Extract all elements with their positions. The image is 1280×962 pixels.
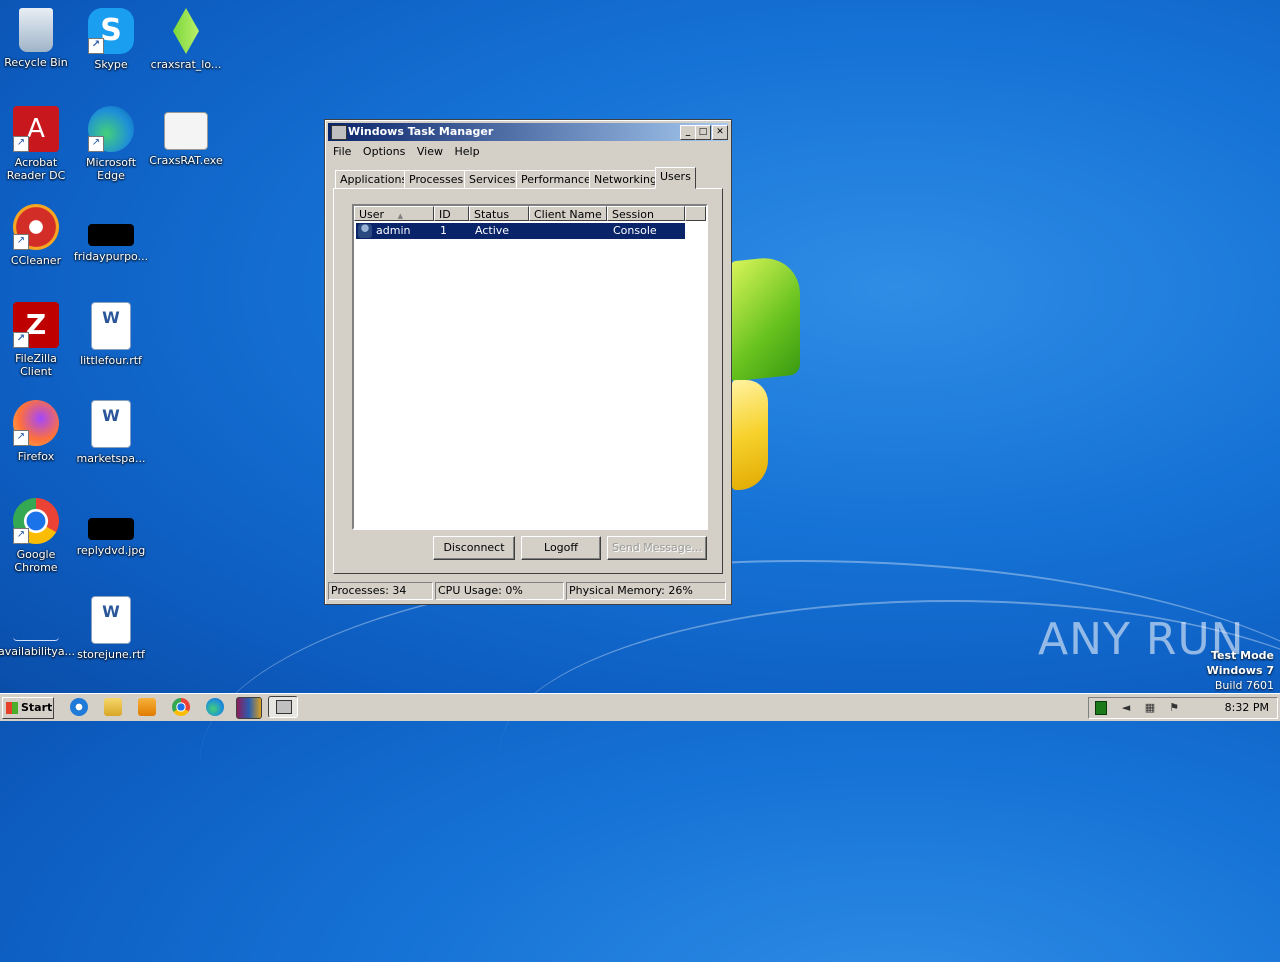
close-button[interactable]: ✕ [712,125,728,140]
minimize-button[interactable]: _ [680,125,696,140]
cell-status: Active [475,224,510,237]
task-manager-taskbar-button[interactable] [268,696,298,718]
desktop-icon-ccleaner[interactable]: ↗ CCleaner [0,204,74,267]
green-gem-icon [173,8,199,54]
word-doc-icon: W [91,596,131,644]
column-filler [685,206,706,221]
desktop-icon-edge[interactable]: ↗ Microsoft Edge [73,106,149,182]
desktop-icon-replydvd[interactable]: replydvd.jpg [73,498,149,557]
desktop-icon-chrome[interactable]: ↗ Google Chrome [0,498,74,574]
explorer-icon[interactable] [104,698,122,716]
menu-file[interactable]: File [329,144,355,160]
tab-performance[interactable]: Performance [516,170,596,189]
start-button[interactable]: Start [2,697,54,719]
desktop-icon-craxsrat-loader[interactable]: craxsrat_lo... [148,8,224,71]
desktop-icon-acrobat[interactable]: A ↗ Acrobat Reader DC [0,106,74,182]
windows-logo-green [730,254,800,382]
cell-session: Console [613,224,657,237]
menu-help[interactable]: Help [450,144,483,160]
clock[interactable]: 8:32 PM [1225,698,1269,718]
sort-ascending-icon: ▲ [397,212,403,220]
tab-services[interactable]: Services [464,170,521,189]
firefox-icon: ↗ [13,400,59,446]
menu-options[interactable]: Options [359,144,409,160]
maximize-button[interactable]: □ [695,125,711,140]
send-message-button[interactable]: Send Message... [607,536,707,560]
black-image-icon [88,518,134,540]
desktop-icon-firefox[interactable]: ↗ Firefox [0,400,74,463]
windows-logo-yellow [732,380,768,490]
task-manager-icon [331,125,347,140]
window-title: Windows Task Manager [348,125,494,138]
desktop-icon-skype[interactable]: S ↗ Skype [73,8,149,71]
column-client-name[interactable]: Client Name [529,206,607,221]
tab-users[interactable]: Users [655,167,696,189]
ccleaner-icon: ↗ [13,204,59,250]
winrar-icon[interactable] [236,697,262,719]
status-cpu-usage: CPU Usage: 0% [435,582,564,600]
title-bar[interactable]: Windows Task Manager _ □ ✕ [328,123,728,141]
desktop-icon-recycle-bin[interactable]: Recycle Bin [0,8,74,69]
users-panel: User ▲ ID Status Client Name Session adm… [333,188,723,574]
word-doc-icon: W [91,400,131,448]
system-tray: ◄ ▦ ⚑ 8:32 PM [1088,697,1278,719]
status-physical-memory: Physical Memory: 26% [566,582,726,600]
edge-icon[interactable] [206,698,224,716]
black-image-icon [88,224,134,246]
word-doc-icon: W [91,302,131,350]
table-row[interactable]: admin 1 Active Console [356,223,685,239]
tab-applications[interactable]: Applications [335,170,413,189]
ie-icon[interactable] [70,698,88,716]
chrome-icon: ↗ [13,498,59,544]
column-id[interactable]: ID [434,206,469,221]
column-user[interactable]: User ▲ [354,206,434,221]
media-player-icon[interactable] [138,698,156,716]
volume-icon[interactable]: ◄ [1119,701,1133,715]
network-icon[interactable]: ▦ [1143,701,1157,715]
desktop-icon-craxsrat-exe[interactable]: CraxsRAT.exe [148,106,224,167]
disconnect-button[interactable]: Disconnect [433,536,515,560]
network-monitor-icon[interactable] [1095,701,1107,715]
skype-icon: S ↗ [88,8,134,54]
chrome-icon[interactable] [172,698,190,716]
exe-window-icon [164,112,208,150]
desktop-icon-marketspa[interactable]: W marketspa... [73,400,149,465]
blank-file-icon [13,596,59,641]
taskbar: Start ◄ ▦ ⚑ 8:32 PM [0,693,1280,721]
tab-networking[interactable]: Networking [589,170,662,189]
recycle-bin-icon [19,8,53,52]
status-bar: Processes: 34 CPU Usage: 0% Physical Mem… [328,582,728,600]
windows-flag-icon [6,702,18,714]
menu-bar: File Options View Help [329,144,484,162]
desktop-icon-storejune[interactable]: W storejune.rtf [73,596,149,661]
column-session[interactable]: Session [607,206,685,221]
cell-user: admin [376,224,411,237]
task-manager-icon [276,700,292,714]
user-icon [358,224,372,238]
desktop-icon-littlefour[interactable]: W littlefour.rtf [73,302,149,367]
edge-icon: ↗ [88,106,134,152]
status-processes: Processes: 34 [328,582,433,600]
users-list[interactable]: User ▲ ID Status Client Name Session adm… [352,204,708,530]
cell-id: 1 [440,224,447,237]
test-mode-notice: Test Mode Windows 7 Build 7601 [1206,649,1274,692]
action-center-flag-icon[interactable]: ⚑ [1167,701,1181,715]
desktop-icon-filezilla[interactable]: Z ↗ FileZilla Client [0,302,74,378]
filezilla-icon: Z ↗ [13,302,59,348]
acrobat-icon: A ↗ [13,106,59,152]
desktop-icon-fridaypurpo[interactable]: fridaypurpo... [73,204,149,263]
desktop-icon-availabilitya[interactable]: availabilitya... [0,596,75,658]
logoff-button[interactable]: Logoff [521,536,601,560]
task-manager-window: Windows Task Manager _ □ ✕ File Options … [324,119,732,605]
menu-view[interactable]: View [413,144,447,160]
tab-processes[interactable]: Processes [404,170,469,189]
column-status[interactable]: Status [469,206,529,221]
